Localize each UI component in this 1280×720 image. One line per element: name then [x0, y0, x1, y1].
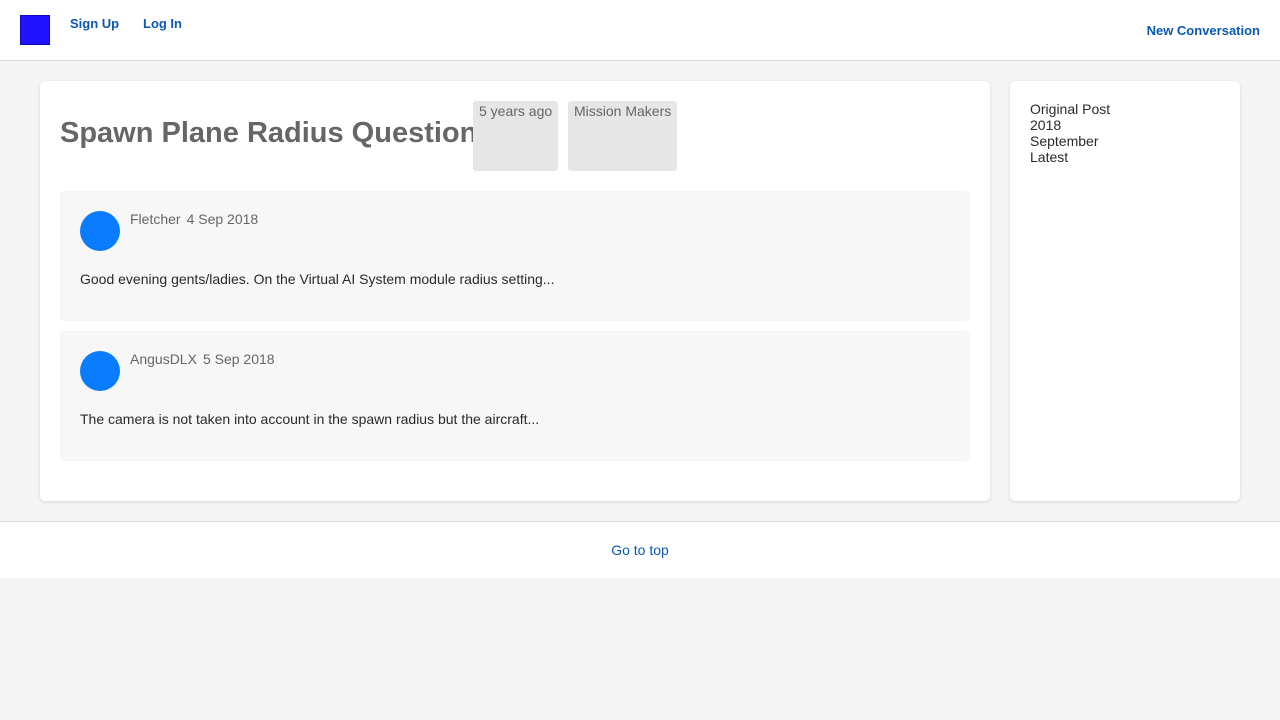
post-author[interactable]: Fletcher: [130, 211, 181, 227]
top-bar: Sign Up Log In New Conversation: [0, 0, 1280, 61]
post-author[interactable]: AngusDLX: [130, 351, 197, 367]
post-body: The camera is not taken into account in …: [80, 411, 540, 427]
category-tag[interactable]: Mission Makers: [568, 101, 677, 171]
discussion-title: Spawn Plane Radius Question: [60, 117, 478, 149]
post-item: Fletcher 4 Sep 2018 Good evening gents/la…: [60, 191, 970, 321]
scrubber-original-post[interactable]: Original Post: [1030, 101, 1220, 117]
age-tag: 5 years ago: [473, 101, 558, 171]
avatar-icon[interactable]: [80, 351, 120, 391]
post-date[interactable]: 5 Sep 2018: [203, 351, 275, 367]
avatar-icon[interactable]: [80, 211, 120, 251]
post-meta: Fletcher 4 Sep 2018: [130, 211, 258, 227]
post-body: Good evening gents/ladies. On the Virtua…: [80, 271, 555, 287]
log-in-link[interactable]: Log In: [143, 16, 182, 31]
sign-up-link[interactable]: Sign Up: [70, 16, 119, 31]
scrubber-latest[interactable]: Latest: [1030, 149, 1220, 165]
post-date[interactable]: 4 Sep 2018: [187, 211, 259, 227]
scrubber-card: Original Post 2018 September Latest: [1010, 81, 1240, 501]
post-item: AngusDLX 5 Sep 2018 The camera is not tak…: [60, 331, 970, 461]
scrubber-year[interactable]: 2018: [1030, 117, 1220, 133]
new-conversation-link[interactable]: New Conversation: [1147, 23, 1260, 38]
go-to-top-link[interactable]: Go to top: [611, 542, 669, 558]
scrubber-month[interactable]: September: [1030, 133, 1220, 149]
footer: Go to top: [0, 521, 1280, 578]
post-meta: AngusDLX 5 Sep 2018: [130, 351, 275, 367]
site-logo-icon[interactable]: [20, 15, 50, 45]
discussion-card: Spawn Plane Radius Question 5 years ago …: [40, 81, 990, 501]
